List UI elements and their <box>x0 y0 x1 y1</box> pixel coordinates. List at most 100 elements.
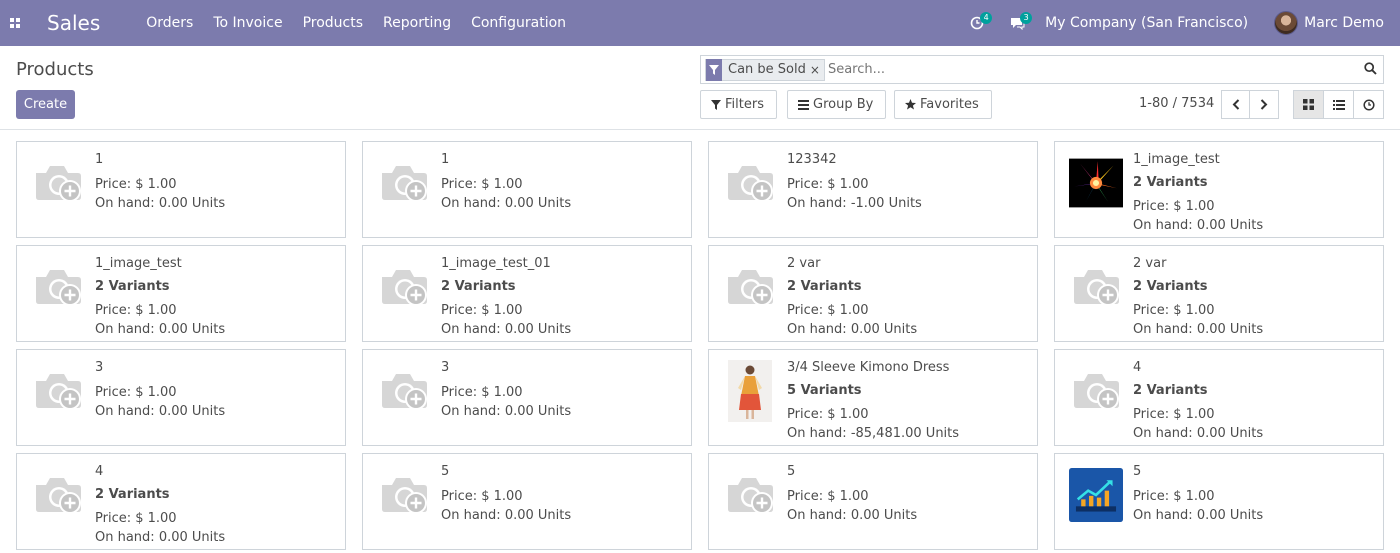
product-name: 3 <box>441 360 450 375</box>
product-price: Price: $ 1.00 <box>787 407 869 422</box>
chevron-right-icon <box>1260 99 1268 110</box>
apps-grid-icon <box>10 18 20 28</box>
activity-menu[interactable]: 4 <box>965 0 993 46</box>
pager-value[interactable]: 1-80 / 7534 <box>1139 96 1214 111</box>
product-name: 5 <box>1133 464 1142 479</box>
product-card[interactable]: 1_image_test_01 2 Variants Price: $ 1.00 On… <box>362 245 692 342</box>
app-brand[interactable]: Sales <box>47 11 100 35</box>
activity-view-button[interactable] <box>1353 90 1384 119</box>
product-card[interactable]: 5 Price: $ 1.00 On hand: 0.00 Units <box>362 453 692 550</box>
pager-next-button[interactable] <box>1249 90 1279 119</box>
company-switcher[interactable]: My Company (San Francisco) <box>1045 15 1248 31</box>
group-by-label: Group By <box>813 97 874 112</box>
user-avatar[interactable] <box>1274 11 1299 35</box>
product-card[interactable]: 3 Price: $ 1.00 On hand: 0.00 Units <box>16 349 346 446</box>
product-card[interactable]: 5 Price: $ 1.00 On hand: 0.00 Units <box>1054 453 1384 550</box>
product-name: 1_image_test <box>95 256 182 271</box>
product-card[interactable]: 5 Price: $ 1.00 On hand: 0.00 Units <box>708 453 1038 550</box>
create-button[interactable]: Create <box>16 90 75 119</box>
product-card[interactable]: 1 Price: $ 1.00 On hand: 0.00 Units <box>362 141 692 238</box>
product-price: Price: $ 1.00 <box>1133 199 1215 214</box>
product-on-hand: On hand: 0.00 Units <box>1133 508 1264 523</box>
search-input[interactable] <box>827 58 1348 81</box>
product-card[interactable]: 4 2 Variants Price: $ 1.00 On hand: 0.00 Un… <box>1054 349 1384 446</box>
product-on-hand: On hand: 0.00 Units <box>95 404 226 419</box>
dress-photo-image <box>723 360 777 422</box>
product-price: Price: $ 1.00 <box>1133 303 1215 318</box>
product-name: 4 <box>1133 360 1142 375</box>
product-card[interactable]: 123342 Price: $ 1.00 On hand: -1.00 Units <box>708 141 1038 238</box>
product-card-body: 1_image_test 2 Variants Price: $ 1.00 On ha… <box>1133 153 1377 235</box>
product-name: 5 <box>441 464 450 479</box>
product-card-body: 1_image_test_01 2 Variants Price: $ 1.00 On… <box>441 257 685 339</box>
breadcrumb-title: Products <box>16 59 94 80</box>
product-name: 4 <box>95 464 104 479</box>
product-variants: 2 Variants <box>1133 279 1208 294</box>
messaging-menu[interactable]: 3 <box>1005 0 1033 46</box>
product-on-hand: On hand: 0.00 Units <box>441 404 572 419</box>
filters-button[interactable]: Filters <box>700 90 777 119</box>
placeholder-camera-icon <box>377 156 431 210</box>
pager-previous-button[interactable] <box>1221 90 1251 119</box>
list-view-button[interactable] <box>1323 90 1354 119</box>
menu-to-invoice[interactable]: To Invoice <box>213 15 282 31</box>
product-price: Price: $ 1.00 <box>787 303 869 318</box>
placeholder-camera-icon <box>723 468 777 522</box>
filter-facet-icon <box>706 58 722 81</box>
product-card-body: 1 Price: $ 1.00 On hand: 0.00 Units <box>441 153 685 213</box>
product-card[interactable]: 4 2 Variants Price: $ 1.00 On hand: 0.00 Un… <box>16 453 346 550</box>
product-card-body: 3 Price: $ 1.00 On hand: 0.00 Units <box>441 361 685 421</box>
search-facet: Can be Sold × <box>705 58 825 81</box>
search-icon[interactable] <box>1364 62 1377 75</box>
product-card[interactable]: 1_image_test 2 Variants Price: $ 1.00 On ha… <box>16 245 346 342</box>
product-card-body: 1 Price: $ 1.00 On hand: 0.00 Units <box>95 153 339 213</box>
placeholder-camera-icon <box>1069 260 1123 314</box>
bars-icon <box>798 99 809 110</box>
product-name: 3 <box>95 360 104 375</box>
product-price: Price: $ 1.00 <box>787 489 869 504</box>
product-price: Price: $ 1.00 <box>441 303 523 318</box>
kanban-view-button[interactable] <box>1293 90 1324 119</box>
placeholder-camera-icon <box>31 260 85 314</box>
product-on-hand: On hand: 0.00 Units <box>441 322 572 337</box>
product-card[interactable]: 1_image_test 2 Variants Price: $ 1.00 On ha… <box>1054 141 1384 238</box>
menu-orders[interactable]: Orders <box>146 15 193 31</box>
menu-reporting[interactable]: Reporting <box>383 15 451 31</box>
user-menu[interactable]: Marc Demo <box>1304 15 1384 31</box>
list-icon <box>1332 99 1345 110</box>
product-price: Price: $ 1.00 <box>441 489 523 504</box>
facet-remove-icon[interactable]: × <box>810 63 824 77</box>
facet-label: Can be Sold <box>728 62 806 77</box>
product-card[interactable]: 3 Price: $ 1.00 On hand: 0.00 Units <box>362 349 692 446</box>
product-name: 2 var <box>1133 256 1167 271</box>
menu-products[interactable]: Products <box>303 15 363 31</box>
product-variants: 5 Variants <box>787 383 862 398</box>
product-price: Price: $ 1.00 <box>95 511 177 526</box>
group-by-button[interactable]: Group By <box>787 90 887 119</box>
apps-menu-button[interactable] <box>0 0 30 46</box>
product-card[interactable]: 3/4 Sleeve Kimono Dress 5 Variants Price: … <box>708 349 1038 446</box>
activity-count-badge: 4 <box>980 12 993 24</box>
favorites-button[interactable]: Favorites <box>894 90 992 119</box>
product-card[interactable]: 2 var 2 Variants Price: $ 1.00 On hand: 0.0… <box>1054 245 1384 342</box>
product-card-body: 3/4 Sleeve Kimono Dress 5 Variants Price: … <box>787 361 1031 443</box>
product-card[interactable]: 1 Price: $ 1.00 On hand: 0.00 Units <box>16 141 346 238</box>
product-on-hand: On hand: 0.00 Units <box>1133 322 1264 337</box>
product-name: 2 var <box>787 256 821 271</box>
product-card-body: 5 Price: $ 1.00 On hand: 0.00 Units <box>787 465 1031 525</box>
placeholder-camera-icon <box>377 260 431 314</box>
product-on-hand: On hand: 0.00 Units <box>441 508 572 523</box>
product-on-hand: On hand: 0.00 Units <box>95 196 226 211</box>
product-on-hand: On hand: -85,481.00 Units <box>787 426 960 441</box>
product-card-body: 4 2 Variants Price: $ 1.00 On hand: 0.00 Un… <box>1133 361 1377 443</box>
product-name: 1 <box>441 152 450 167</box>
menu-configuration[interactable]: Configuration <box>471 15 566 31</box>
product-variants: 2 Variants <box>95 487 170 502</box>
placeholder-camera-icon <box>377 468 431 522</box>
product-card-body: 2 var 2 Variants Price: $ 1.00 On hand: 0.0… <box>787 257 1031 339</box>
product-name: 1 <box>95 152 104 167</box>
control-panel: Products Create Can be Sold × Filters Gr… <box>0 46 1400 130</box>
product-card-body: 123342 Price: $ 1.00 On hand: -1.00 Units <box>787 153 1031 213</box>
product-price: Price: $ 1.00 <box>441 177 523 192</box>
product-card[interactable]: 2 var 2 Variants Price: $ 1.00 On hand: 0.0… <box>708 245 1038 342</box>
